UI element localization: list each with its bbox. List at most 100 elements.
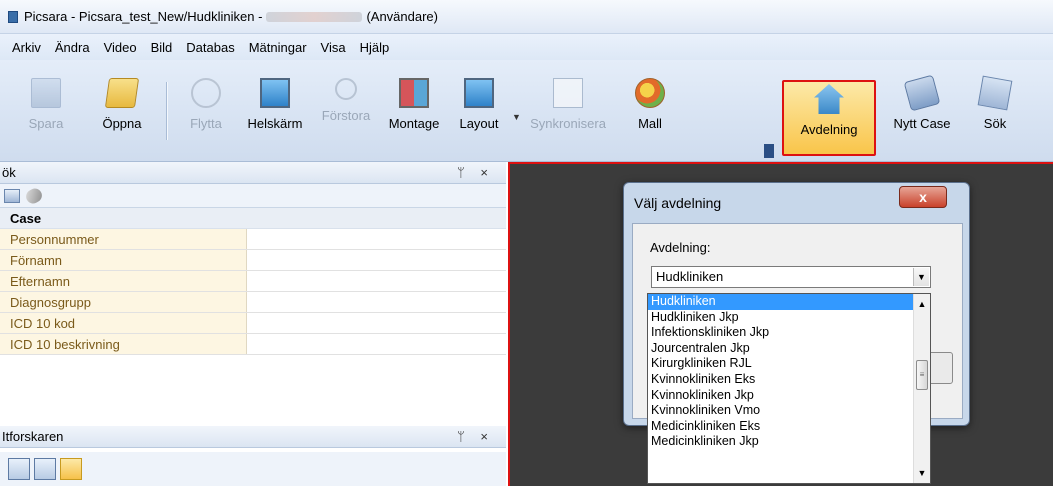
toolbar-grip[interactable] bbox=[764, 144, 774, 158]
option-hudkliniken[interactable]: Hudkliniken bbox=[648, 294, 930, 310]
field-label: Förnamn bbox=[0, 250, 247, 270]
synkronisera-label: Synkronisera bbox=[530, 116, 606, 131]
menu-arkiv[interactable]: Arkiv bbox=[12, 40, 41, 55]
explorer-panel-header: Itforskaren ᛘ × bbox=[0, 426, 506, 448]
home-icon bbox=[814, 84, 844, 114]
forstora-label: Förstora bbox=[321, 108, 371, 123]
explorer-panel-title: Itforskaren bbox=[2, 429, 64, 444]
grid-row-icd10-kod[interactable]: ICD 10 kod bbox=[0, 313, 506, 334]
department-dropdown-list[interactable]: Hudkliniken Hudkliniken Jkp Infektionskl… bbox=[647, 293, 931, 484]
spara-button[interactable]: Spara bbox=[20, 78, 72, 160]
field-value[interactable] bbox=[247, 229, 506, 249]
flytta-button[interactable]: Flytta bbox=[178, 78, 234, 160]
grid-category-case[interactable]: Case bbox=[0, 208, 506, 229]
new-case-icon bbox=[903, 74, 941, 112]
option-infektionskliniken-jkp[interactable]: Infektionskliniken Jkp bbox=[648, 325, 930, 341]
window-title-suffix: (Användare) bbox=[366, 9, 438, 24]
explorer-toolbar bbox=[0, 452, 506, 486]
toolbar-separator bbox=[166, 82, 167, 140]
menu-databas[interactable]: Databas bbox=[186, 40, 234, 55]
search-panel-toolbar bbox=[0, 184, 506, 208]
eraser-icon[interactable] bbox=[23, 185, 45, 206]
field-value[interactable] bbox=[247, 250, 506, 270]
mall-button[interactable]: Mall bbox=[622, 78, 678, 160]
dropdown-scroll-up[interactable]: ▲ bbox=[914, 296, 930, 312]
avdelning-button[interactable]: Avdelning bbox=[782, 80, 876, 156]
fullscreen-icon bbox=[260, 78, 290, 108]
option-medicinkliniken-eks[interactable]: Medicinkliniken Eks bbox=[648, 419, 930, 435]
sok-button[interactable]: Sök bbox=[968, 75, 1022, 160]
layout-label: Layout bbox=[459, 116, 499, 131]
field-label: Efternamn bbox=[0, 271, 247, 291]
field-value[interactable] bbox=[247, 292, 506, 312]
layout-icon bbox=[464, 78, 494, 108]
montage-icon bbox=[399, 78, 429, 108]
layout-button[interactable]: Layout bbox=[450, 78, 508, 160]
dropdown-scroll-down[interactable]: ▼ bbox=[914, 465, 930, 481]
option-kirurgkliniken-rjl[interactable]: Kirurgkliniken RJL bbox=[648, 356, 930, 372]
grid-row-personnummer[interactable]: Personnummer bbox=[0, 229, 506, 250]
menu-matningar[interactable]: Mätningar bbox=[249, 40, 307, 55]
field-value[interactable] bbox=[247, 334, 506, 354]
find-icon[interactable] bbox=[4, 188, 20, 203]
dropdown-scroll-thumb[interactable]: ≡ bbox=[916, 360, 928, 390]
zoom-icon bbox=[335, 78, 357, 100]
list-view-icon[interactable] bbox=[34, 458, 56, 480]
explorer-panel-pin-close[interactable]: ᛘ × bbox=[457, 429, 494, 444]
nytt-case-button[interactable]: Nytt Case bbox=[882, 74, 962, 160]
field-label: ICD 10 kod bbox=[0, 313, 247, 333]
chevron-down-icon[interactable]: ▼ bbox=[913, 268, 929, 286]
dialog-title: Välj avdelning bbox=[634, 195, 722, 211]
thumbnail-view-icon[interactable] bbox=[60, 458, 82, 480]
layout-dropdown-arrow[interactable]: ▼ bbox=[512, 112, 521, 122]
dropdown-scrollbar[interactable]: ▲ ≡ ▼ bbox=[913, 294, 930, 483]
menu-visa[interactable]: Visa bbox=[321, 40, 346, 55]
save-icon bbox=[31, 78, 61, 108]
sok-label: Sök bbox=[983, 116, 1007, 131]
option-jourcentralen-jkp[interactable]: Jourcentralen Jkp bbox=[648, 341, 930, 357]
menu-video[interactable]: Video bbox=[104, 40, 137, 55]
menu-bild[interactable]: Bild bbox=[151, 40, 173, 55]
department-combobox[interactable]: Hudkliniken ▼ bbox=[651, 266, 931, 288]
department-label: Avdelning: bbox=[650, 240, 711, 255]
helskarm-label: Helskärm bbox=[247, 116, 303, 131]
app-icon bbox=[8, 10, 18, 23]
window-titlebar: Picsara - Picsara_test_New/Hudkliniken -… bbox=[0, 0, 1053, 34]
menu-andra[interactable]: Ändra bbox=[55, 40, 90, 55]
nytt-case-label: Nytt Case bbox=[893, 116, 951, 131]
menu-hjalp[interactable]: Hjälp bbox=[360, 40, 390, 55]
grid-row-icd10-beskrivning[interactable]: ICD 10 beskrivning bbox=[0, 334, 506, 355]
option-kvinnokliniken-jkp[interactable]: Kvinnokliniken Jkp bbox=[648, 388, 930, 404]
option-kvinnokliniken-vmo[interactable]: Kvinnokliniken Vmo bbox=[648, 403, 930, 419]
palette-icon bbox=[635, 78, 665, 108]
helskarm-button[interactable]: Helskärm bbox=[238, 78, 312, 160]
montage-button[interactable]: Montage bbox=[382, 78, 446, 160]
main-toolbar: Spara Öppna Flytta Helskärm Förstora Mon… bbox=[0, 60, 1053, 162]
field-value[interactable] bbox=[247, 313, 506, 333]
search-panel-title: ök bbox=[2, 165, 16, 180]
details-view-icon[interactable] bbox=[8, 458, 30, 480]
option-kvinnokliniken-eks[interactable]: Kvinnokliniken Eks bbox=[648, 372, 930, 388]
search-panel-pin-close[interactable]: ᛘ × bbox=[457, 165, 494, 180]
case-property-grid: Case Personnummer Förnamn Efternamn Diag… bbox=[0, 208, 506, 392]
field-label: Diagnosgrupp bbox=[0, 292, 247, 312]
spara-label: Spara bbox=[28, 116, 64, 131]
option-hudkliniken-jkp[interactable]: Hudkliniken Jkp bbox=[648, 310, 930, 326]
synkronisera-button[interactable]: Synkronisera bbox=[526, 78, 610, 160]
dialog-close-button[interactable]: x bbox=[899, 186, 947, 208]
move-icon bbox=[191, 78, 221, 108]
search-panel-header: ök ᛘ × bbox=[0, 162, 506, 184]
flytta-label: Flytta bbox=[190, 116, 222, 131]
grid-row-fornamn[interactable]: Förnamn bbox=[0, 250, 506, 271]
grid-row-efternamn[interactable]: Efternamn bbox=[0, 271, 506, 292]
field-label: Personnummer bbox=[0, 229, 247, 249]
avdelning-label: Avdelning bbox=[800, 122, 858, 137]
search-icon bbox=[977, 75, 1013, 111]
option-medicinkliniken-jkp[interactable]: Medicinkliniken Jkp bbox=[648, 434, 930, 450]
montage-label: Montage bbox=[388, 116, 440, 131]
sync-icon bbox=[553, 78, 583, 108]
field-value[interactable] bbox=[247, 271, 506, 291]
forstora-button[interactable]: Förstora bbox=[314, 78, 378, 160]
grid-row-diagnosgrupp[interactable]: Diagnosgrupp bbox=[0, 292, 506, 313]
oppna-button[interactable]: Öppna bbox=[92, 78, 152, 160]
